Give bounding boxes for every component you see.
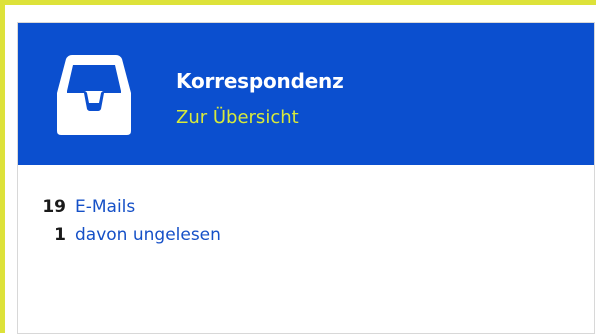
mail-stats: 19 E-Mails 1 davon ungelesen [36,193,221,249]
highlight-frame: Korrespondenz Zur Übersicht 19 E-Mails 1… [0,0,596,334]
emails-link[interactable]: E-Mails [75,193,135,221]
inbox-tray-icon [57,55,131,135]
unread-count: 1 [54,225,66,245]
card-header: Korrespondenz Zur Übersicht [18,23,594,165]
correspondence-card: Korrespondenz Zur Übersicht 19 E-Mails 1… [17,22,595,334]
email-count: 19 [42,197,66,217]
stat-row-emails: 19 E-Mails [36,193,221,221]
overview-link[interactable]: Zur Übersicht [176,107,299,129]
stat-row-unread: 1 davon ungelesen [36,221,221,249]
unread-link[interactable]: davon ungelesen [75,221,221,249]
card-title: Korrespondenz [176,69,344,93]
